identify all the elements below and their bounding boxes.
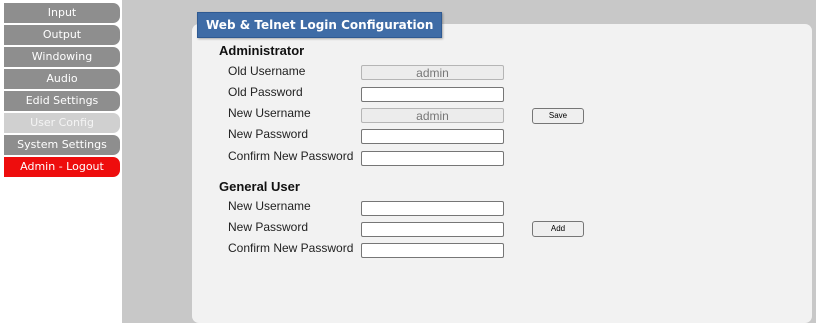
sidebar-item-windowing[interactable]: Windowing [4, 47, 120, 67]
admin-new-username-field [361, 108, 504, 123]
user-new-username-label: New Username [228, 199, 311, 213]
user-new-password-field[interactable] [361, 222, 504, 237]
admin-old-username-field [361, 65, 504, 80]
user-new-password-label: New Password [228, 220, 309, 234]
add-button[interactable]: Add [532, 221, 584, 237]
administrator-heading: Administrator [219, 43, 305, 58]
sidebar-item-output[interactable]: Output [4, 25, 120, 45]
admin-old-password-field[interactable] [361, 87, 504, 102]
general-user-heading: General User [219, 179, 300, 194]
sidebar-item-admin-logout[interactable]: Admin - Logout [4, 157, 120, 177]
sidebar-item-input[interactable]: Input [4, 3, 120, 23]
admin-confirm-password-label: Confirm New Password [228, 149, 354, 163]
user-confirm-password-field[interactable] [361, 243, 504, 258]
sidebar-item-edid-settings[interactable]: Edid Settings [4, 91, 120, 111]
admin-confirm-password-field[interactable] [361, 151, 504, 166]
sidebar-nav: Input Output Windowing Audio Edid Settin… [0, 0, 122, 323]
admin-new-password-label: New Password [228, 127, 309, 141]
save-button[interactable]: Save [532, 108, 584, 124]
sidebar-item-audio[interactable]: Audio [4, 69, 120, 89]
admin-new-username-label: New Username [228, 106, 311, 120]
admin-old-username-label: Old Username [228, 64, 306, 78]
panel-title: Web & Telnet Login Configuration [197, 12, 443, 38]
user-confirm-password-label: Confirm New Password [228, 241, 354, 255]
user-new-username-field[interactable] [361, 201, 504, 216]
sidebar-item-system-settings[interactable]: System Settings [4, 135, 120, 155]
admin-new-password-field[interactable] [361, 129, 504, 144]
sidebar-item-user-config[interactable]: User Config [4, 113, 120, 133]
admin-old-password-label: Old Password [228, 85, 303, 99]
